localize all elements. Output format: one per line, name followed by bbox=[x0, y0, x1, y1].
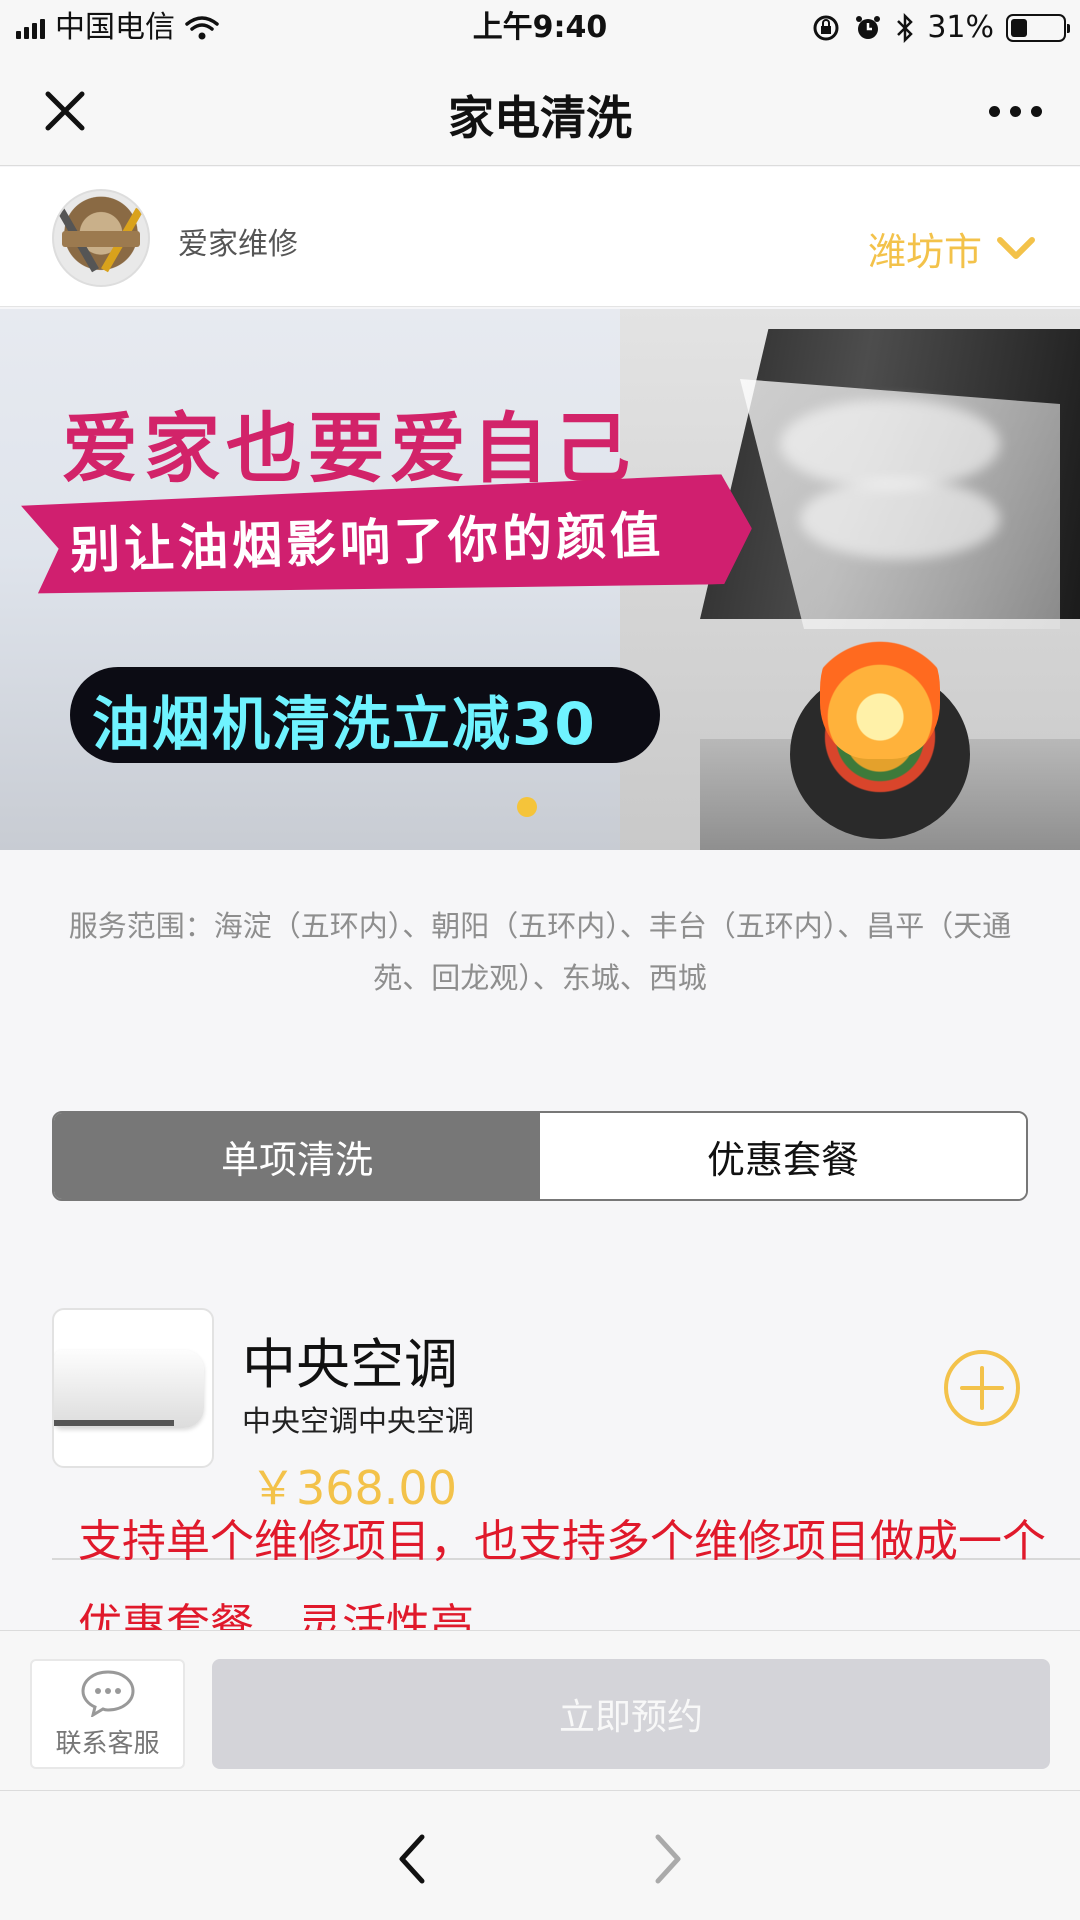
product-desc: 中央空调中央空调 bbox=[242, 1404, 475, 1438]
forward-arrow-icon[interactable] bbox=[648, 1831, 688, 1887]
flame-image bbox=[820, 619, 940, 759]
screen: 中国电信 上午9:40 31% 家电清洗 爱家维修 潍坊市 爱家也要爱自己 别让… bbox=[0, 0, 1080, 1920]
banner-promo-text: 油烟机清洗立减30 bbox=[92, 690, 597, 758]
city-selector[interactable]: 潍坊市 bbox=[868, 221, 1036, 276]
battery-fill bbox=[1011, 19, 1027, 37]
status-bar: 中国电信 上午9:40 31% bbox=[0, 0, 1080, 56]
tab-package-deals[interactable]: 优惠套餐 bbox=[540, 1113, 1026, 1199]
store-name: 爱家维修 bbox=[178, 227, 298, 262]
tab-switcher: 单项清洗 优惠套餐 bbox=[52, 1111, 1028, 1201]
carousel-indicator-dot[interactable] bbox=[517, 797, 537, 817]
city-label: 潍坊市 bbox=[867, 230, 982, 274]
status-right: 31% bbox=[811, 0, 1070, 56]
chevron-down-icon bbox=[997, 236, 1035, 259]
chat-icon bbox=[80, 1669, 135, 1717]
battery-icon bbox=[1006, 14, 1070, 42]
product-image[interactable] bbox=[52, 1308, 214, 1468]
promo-banner[interactable]: 爱家也要爱自己 别让油烟影响了你的颜值 油烟机清洗立减30 bbox=[0, 309, 1080, 850]
page-title: 家电清洗 bbox=[448, 91, 632, 145]
store-avatar bbox=[52, 189, 150, 287]
orientation-lock-icon bbox=[813, 15, 839, 41]
alarm-icon bbox=[856, 16, 881, 39]
action-bar: 联系客服 立即预约 bbox=[0, 1630, 1080, 1790]
store-header: 爱家维修 潍坊市 bbox=[0, 167, 1080, 307]
back-arrow-icon[interactable] bbox=[392, 1831, 432, 1887]
add-icon[interactable] bbox=[942, 1348, 1022, 1428]
banner-headline: 爱家也要爱自己 bbox=[62, 404, 636, 493]
more-icon[interactable] bbox=[989, 106, 1042, 117]
bluetooth-icon bbox=[897, 13, 914, 43]
smoke-cloud bbox=[780, 399, 1000, 489]
contact-service-button[interactable]: 联系客服 bbox=[30, 1659, 185, 1769]
product-name[interactable]: 中央空调 bbox=[242, 1320, 458, 1399]
service-scope: 服务范围：海淀（五环内）、朝阳（五环内）、丰台（五环内）、昌平（天通苑、回龙观）… bbox=[68, 909, 1012, 995]
smoke-cloud bbox=[800, 479, 1000, 559]
nav-bar: 家电清洗 bbox=[0, 56, 1080, 166]
contact-service-label: 联系客服 bbox=[55, 1728, 160, 1759]
book-now-button[interactable]: 立即预约 bbox=[212, 1659, 1050, 1769]
tab-single-cleaning[interactable]: 单项清洗 bbox=[54, 1113, 540, 1199]
battery-percent: 31% bbox=[927, 10, 994, 45]
browser-nav-bar bbox=[0, 1790, 1080, 1920]
